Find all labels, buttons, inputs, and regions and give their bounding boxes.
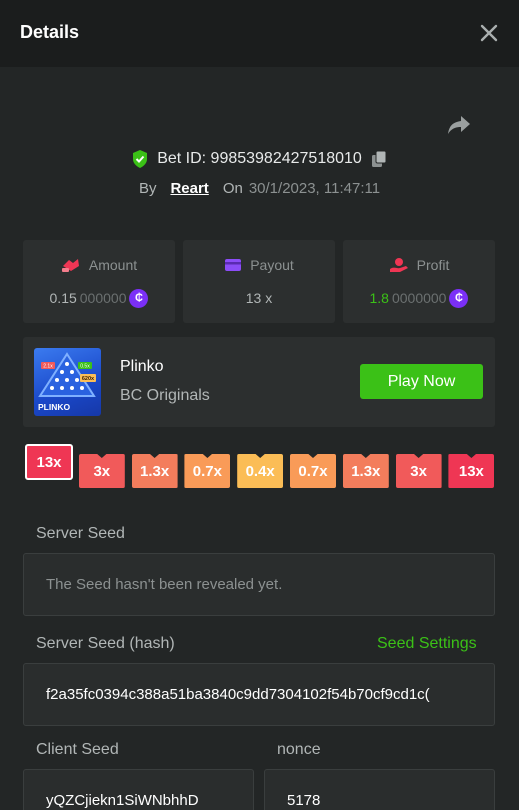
profit-label: Profit [416, 257, 450, 273]
nonce-label: nonce [277, 741, 321, 758]
profit-value-dim: 0000000 [391, 290, 447, 306]
client-seed-value: yQZCjiekn1SiWNbhhD [46, 792, 199, 809]
client-seed-field[interactable]: yQZCjiekn1SiWNbhhD [23, 769, 254, 810]
multiplier-chip: 1.3x [342, 454, 389, 488]
user-link[interactable]: Reart [170, 180, 208, 197]
game-name: Plinko [120, 358, 164, 375]
copy-icon[interactable] [370, 150, 388, 168]
wallet-icon [225, 259, 242, 271]
server-seed-hash-label: Server Seed (hash) [36, 635, 175, 652]
by-label: By [138, 179, 157, 197]
amount-label: Amount [88, 257, 138, 273]
plinko-thumbnail[interactable]: 2.1x 0.5x 620x PLINKO [34, 348, 101, 416]
play-now-button[interactable]: Play Now [360, 364, 483, 399]
chip-3: 620x [82, 376, 95, 382]
nonce-field[interactable]: 5178 [264, 769, 495, 810]
nonce-value: 5178 [287, 792, 321, 809]
profit-card: Profit 1.8 0000000 ₵ [343, 240, 495, 323]
modal-title: Details [20, 22, 80, 42]
server-seed-hash-field[interactable]: f2a35fc0394c388a51ba3840c9dd7304102f54b7… [23, 663, 495, 726]
amount-value-dim: 000000 [79, 290, 127, 306]
game-provider: BC Originals [120, 387, 210, 404]
server-seed-hash-value: f2a35fc0394c388a51ba3840c9dd7304102f54b7… [46, 686, 430, 703]
amount-card: Amount 0.15 000000 ₵ [23, 240, 175, 323]
amount-icon [61, 259, 79, 272]
multiplier-chip: 3x [395, 454, 442, 488]
server-seed-label: Server Seed [36, 525, 125, 542]
profit-icon [389, 258, 408, 272]
on-label: On [222, 179, 243, 197]
client-seed-label: Client Seed [36, 741, 119, 758]
payout-value: 13 x [245, 290, 273, 306]
chip-1: 2.1x [43, 364, 53, 370]
game-card: 2.1x 0.5x 620x PLINKO Plinko BC Original… [23, 337, 495, 427]
modal-header: Details [0, 0, 519, 67]
thumb-text: PLINKO [38, 402, 71, 412]
shield-check-icon [133, 150, 148, 168]
plinko-art: 2.1x 0.5x 620x PLINKO [38, 352, 96, 412]
multiplier-chip: 3x [78, 454, 125, 488]
multiplier-chip: 1.3x [131, 454, 178, 488]
multiplier-chip: 0.7x [290, 454, 336, 488]
bet-id-row: Bet ID: 99853982427518010 [0, 148, 519, 170]
bet-date: 30/1/2023, 11:47:11 [248, 179, 381, 197]
bet-id: Bet ID: 99853982427518010 [157, 150, 362, 167]
profit-value-main: 1.8 [369, 290, 389, 306]
multiplier-chip: 0.7x [184, 454, 231, 488]
payout-label: Payout [250, 257, 294, 273]
payout-card: Payout 13 x [183, 240, 335, 323]
share-icon[interactable] [446, 112, 472, 138]
close-icon[interactable] [478, 22, 500, 44]
amount-value-main: 0.15 [49, 290, 77, 306]
multiplier-chip: 13x [448, 454, 495, 488]
bet-meta-row: By Reart On 30/1/2023, 11:47:11 [0, 178, 519, 198]
multiplier-chip: 0.4x [237, 454, 284, 488]
coin-icon: ₵ [449, 288, 469, 308]
multiplier-chip: 13x [25, 444, 73, 480]
coin-icon: ₵ [129, 288, 149, 308]
server-seed-value: The Seed hasn't been revealed yet. [46, 576, 283, 593]
chip-2: 0.5x [80, 364, 90, 370]
server-seed-field[interactable]: The Seed hasn't been revealed yet. [23, 553, 495, 616]
seed-settings-link[interactable]: Seed Settings [377, 635, 477, 653]
